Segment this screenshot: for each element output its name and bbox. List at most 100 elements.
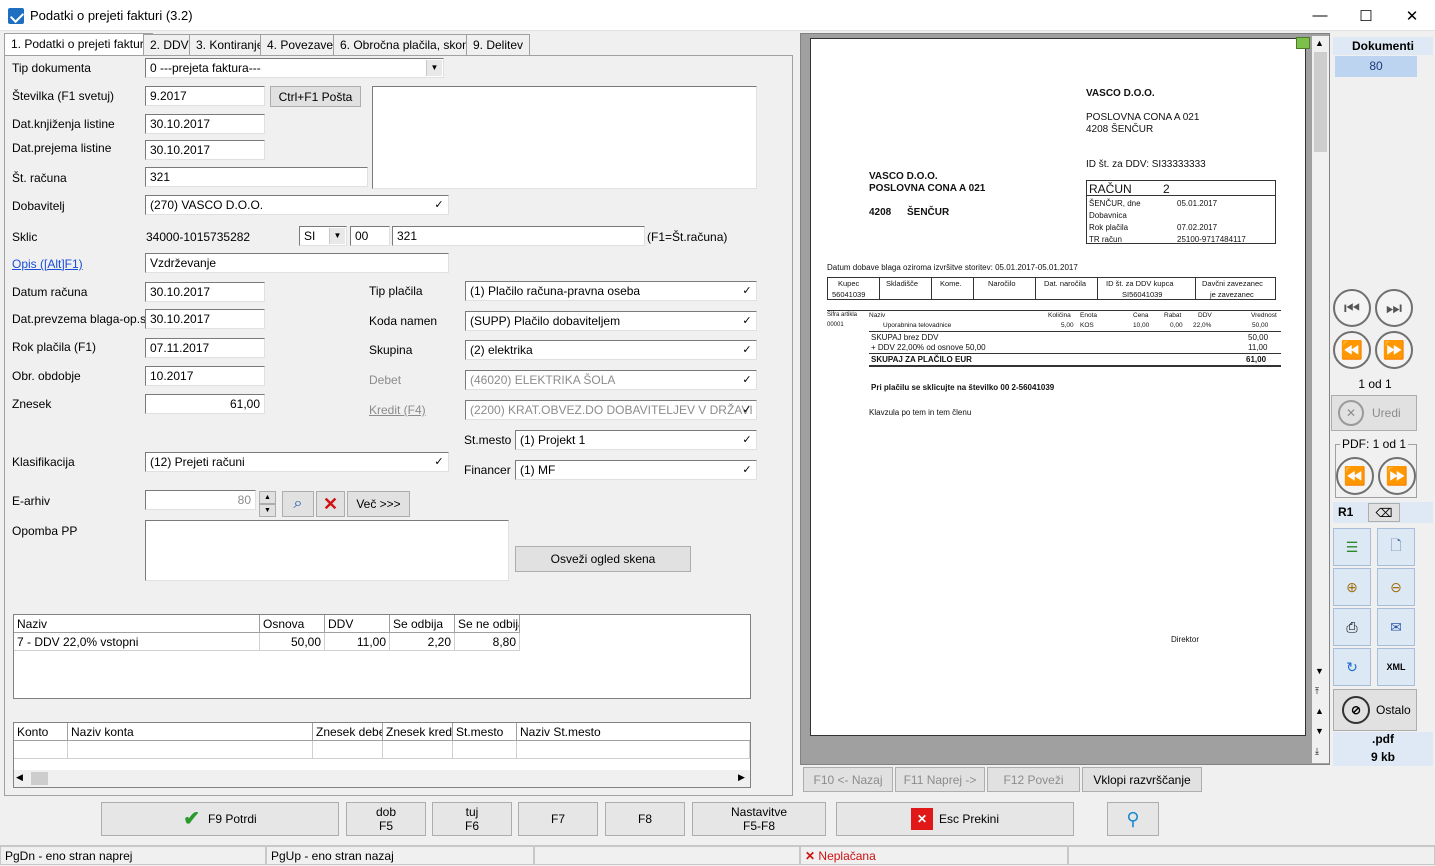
tab-podatki[interactable]: 1. Podatki o prejeti fakturi (4, 33, 154, 56)
st-racuna-input[interactable]: 321 (145, 167, 368, 187)
minimize-button[interactable]: — (1297, 2, 1343, 29)
mail-icon[interactable]: ✉ (1377, 608, 1415, 646)
edit-button[interactable]: ✕ Uredi (1331, 395, 1417, 431)
zoom-out-icon[interactable]: ⊖ (1377, 568, 1415, 606)
tab-obrocna-placila[interactable]: 6. Obročna plačila, skonti (333, 34, 482, 55)
last-page-icon[interactable]: ⏭ (1375, 289, 1413, 327)
table-header[interactable]: Naziv St.mesto (517, 723, 750, 741)
close-button[interactable]: ✕ (1389, 2, 1435, 29)
scroll-up-icon[interactable]: ▲ (1315, 38, 1324, 48)
table-header[interactable]: Osnova (260, 615, 325, 633)
scroll-top-icon[interactable]: ⤒ (1315, 686, 1319, 697)
earhiv-input[interactable]: 80 (145, 490, 256, 510)
next-document-button[interactable]: F11 Naprej -> (895, 767, 985, 792)
scroll-down-icon[interactable]: ▼ (1315, 666, 1324, 676)
sorting-toggle-button[interactable]: Vklopi razvrščanje (1082, 767, 1202, 792)
tip-dokumenta-select[interactable]: 0 ---prejeta faktura--- ▼ (145, 58, 444, 78)
print-icon[interactable]: ⎙ (1333, 608, 1371, 646)
scroll-bottom-icon[interactable]: ⤓ (1315, 746, 1319, 757)
debet-input[interactable]: (46020) ELEKTRIKA ŠOLA ✓ (465, 370, 757, 390)
table-cell[interactable] (453, 741, 517, 759)
pdf-prev-icon[interactable]: ⏪ (1336, 457, 1374, 495)
tuj-f6-button[interactable]: tuj F6 (432, 802, 512, 836)
spin-down-button[interactable]: ▼ (259, 504, 276, 517)
table-header[interactable]: Naziv (14, 615, 260, 633)
lookup-icon[interactable]: ✓ (432, 198, 446, 212)
konto-table[interactable]: Konto Naziv konta Znesek debet Znesek kr… (13, 722, 751, 788)
opis-input[interactable]: Vzdrževanje (145, 253, 449, 273)
zoom-in-icon[interactable]: ⊕ (1333, 568, 1371, 606)
table-cell[interactable]: 2,20 (390, 633, 455, 651)
osvezi-button[interactable]: Osveži ogled skena (515, 546, 691, 572)
table-header[interactable]: Znesek debet (313, 723, 383, 741)
nastavitve-button[interactable]: Nastavitve F5-F8 (692, 802, 826, 836)
vec-button[interactable]: Več >>> (347, 491, 410, 517)
table-cell[interactable]: 7 - DDV 22,0% vstopni (14, 633, 260, 651)
xml-icon[interactable]: XML (1377, 648, 1415, 686)
dob-f5-button[interactable]: dob F5 (346, 802, 426, 836)
sklic-model-input[interactable]: 00 (350, 226, 390, 246)
scroll-page-up-icon[interactable]: ▲ (1315, 706, 1324, 716)
tab-ddv[interactable]: 2. DDV (143, 34, 196, 55)
posta-button[interactable]: Ctrl+F1 Pošta (270, 86, 361, 107)
cancel-button[interactable]: ✕ Esc Prekini (836, 802, 1074, 836)
klasifikacija-input[interactable]: (12) Prejeti računi ✓ (145, 452, 449, 472)
rok-placila-input[interactable]: 07.11.2017 (145, 338, 265, 358)
sklic-country-select[interactable]: SI ▼ (299, 226, 347, 246)
delete-icon[interactable]: ✕ (316, 491, 345, 517)
dobavitelj-input[interactable]: (270) VASCO D.O.O. ✓ (145, 195, 449, 215)
horizontal-scrollbar[interactable]: ◀ ▶ (14, 770, 750, 787)
table-header[interactable]: Konto (14, 723, 68, 741)
lookup-icon[interactable]: ✓ (740, 343, 754, 357)
eraser-icon[interactable]: ⌫ (1368, 503, 1400, 522)
table-header[interactable]: DDV (325, 615, 390, 633)
ostalo-button[interactable]: ⊘ Ostalo (1333, 689, 1417, 731)
lookup-icon[interactable]: ✓ (432, 455, 446, 469)
new-page-icon[interactable]: 🗋 (1377, 528, 1415, 566)
lookup-icon[interactable]: ✓ (740, 433, 754, 447)
skupina-input[interactable]: (2) elektrika ✓ (465, 340, 757, 360)
kredit-input[interactable]: (2200) KRAT.OBVEZ.DO DOBAVITELJEV V DRŽA… (465, 400, 757, 420)
scroll-page-down-icon[interactable]: ▼ (1315, 726, 1324, 736)
table-cell[interactable]: 8,80 (455, 633, 520, 651)
sklic-reference-input[interactable]: 321 (392, 226, 645, 246)
maximize-button[interactable]: ☐ (1343, 2, 1389, 29)
table-cell[interactable]: 50,00 (260, 633, 325, 651)
table-header[interactable]: St.mesto (453, 723, 517, 741)
table-cell[interactable] (68, 741, 313, 759)
lookup-icon[interactable]: ✓ (740, 314, 754, 328)
f8-button[interactable]: F8 (605, 802, 685, 836)
pdf-next-icon[interactable]: ⏩ (1378, 457, 1416, 495)
koda-namen-input[interactable]: (SUPP) Plačilo dobaviteljem ✓ (465, 311, 757, 331)
spin-up-button[interactable]: ▲ (259, 491, 276, 504)
posta-memo[interactable] (372, 86, 757, 189)
search-icon[interactable]: ⌕ (282, 491, 314, 517)
table-header[interactable]: Se ne odbija (455, 615, 520, 633)
stevilka-input[interactable]: 9.2017 (145, 86, 265, 106)
documents-count[interactable]: 80 (1335, 56, 1417, 77)
lookup-icon[interactable]: ✓ (740, 284, 754, 298)
confirm-button[interactable]: ✔ F9 Potrdi (101, 802, 339, 836)
dat-prejema-input[interactable]: 30.10.2017 (145, 140, 265, 160)
first-page-icon[interactable]: ⏮ (1333, 289, 1371, 327)
list-icon[interactable]: ☰ (1333, 528, 1371, 566)
st-mesto-input[interactable]: (1) Projekt 1 ✓ (515, 430, 757, 450)
dat-prevzema-input[interactable]: 30.10.2017 (145, 309, 265, 329)
lookup-icon[interactable]: ✓ (740, 403, 754, 417)
tab-kontiranje[interactable]: 3. Kontiranje (189, 34, 271, 55)
lookup-icon[interactable]: ✓ (740, 373, 754, 387)
tab-delitev[interactable]: 9. Delitev (466, 34, 531, 55)
table-cell[interactable] (313, 741, 383, 759)
link-document-button[interactable]: F12 Poveži (987, 767, 1080, 792)
tip-placila-input[interactable]: (1) Plačilo računa-pravna oseba ✓ (465, 281, 757, 301)
scroll-right-icon[interactable]: ▶ (738, 772, 745, 783)
scrollbar-thumb[interactable] (31, 772, 48, 785)
pin-icon[interactable]: ⚲ (1107, 802, 1159, 836)
lookup-icon[interactable]: ✓ (740, 463, 754, 477)
refresh-icon[interactable]: ↻ (1333, 648, 1371, 686)
table-cell[interactable] (14, 741, 68, 759)
rewind-icon[interactable]: ⏪ (1333, 331, 1371, 369)
kredit-link[interactable]: Kredit (F4) (369, 403, 426, 417)
layout-toggle-icon[interactable] (1296, 37, 1310, 49)
financer-input[interactable]: (1) MF ✓ (515, 460, 757, 480)
